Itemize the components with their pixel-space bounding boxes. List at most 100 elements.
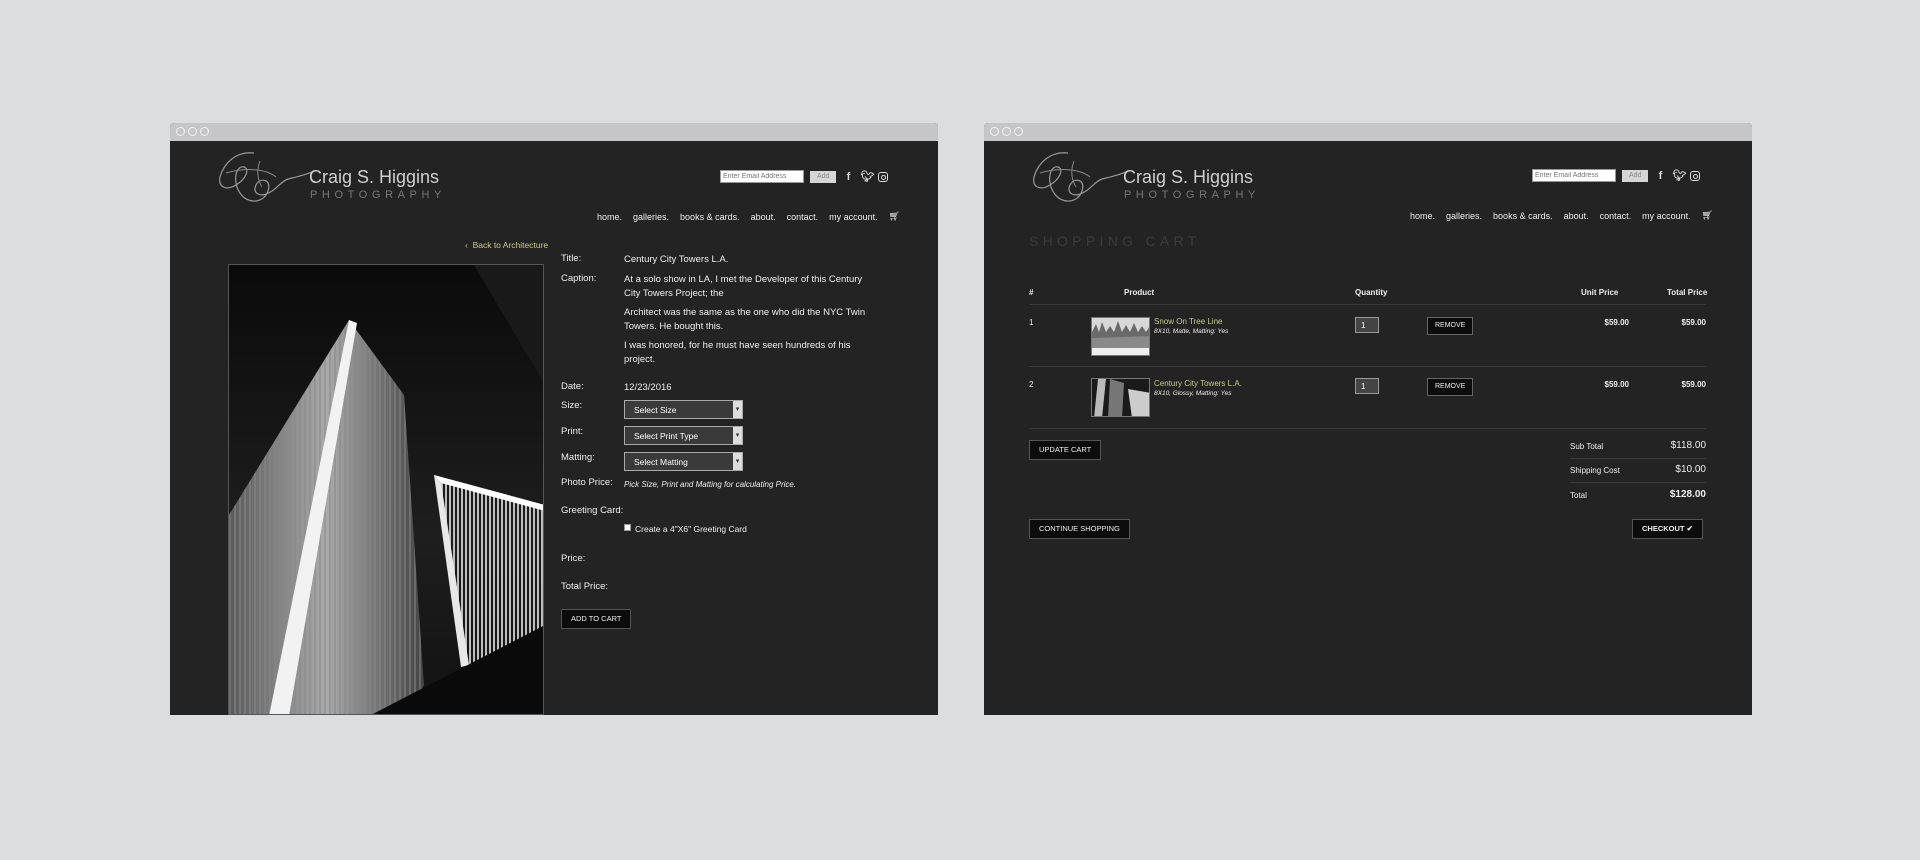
towers-thumbnail-image: [1092, 379, 1149, 416]
greeting-card-checkbox[interactable]: [624, 524, 631, 531]
nav-about[interactable]: about.: [751, 212, 776, 222]
cart-icon[interactable]: 🛒︎: [1702, 210, 1713, 221]
email-input[interactable]: [1532, 169, 1616, 182]
nav-home[interactable]: home.: [597, 212, 622, 222]
nav-about[interactable]: about.: [1564, 211, 1589, 221]
caption-text: At a solo show in LA, I met the Develope…: [624, 273, 874, 367]
greeting-card-label: Greeting Card:: [561, 505, 624, 516]
twitter-icon[interactable]: 🐦︎: [860, 170, 874, 183]
price-row: Price:: [561, 553, 624, 564]
twitter-icon[interactable]: 🐦︎: [1672, 169, 1686, 182]
size-select[interactable]: Select Size: [624, 400, 743, 419]
item-name-link[interactable]: Century City Towers L.A.: [1154, 379, 1242, 388]
facebook-icon[interactable]: f: [842, 171, 854, 183]
item-unit-price: $59.00: [1604, 380, 1629, 389]
nav-books-cards[interactable]: books & cards.: [1493, 211, 1553, 221]
nav-contact[interactable]: contact.: [1600, 211, 1632, 221]
item-unit-price: $59.00: [1604, 318, 1629, 327]
checkout-button[interactable]: CHECKOUT ✔: [1632, 519, 1703, 539]
total-price-row: Total Price:: [561, 581, 681, 592]
nav-books-cards[interactable]: books & cards.: [680, 212, 740, 222]
divider: [1029, 366, 1706, 367]
title-row: Title: Century City Towers L.A.: [561, 253, 728, 267]
add-to-cart-button[interactable]: ADD TO CART: [561, 609, 632, 629]
greeting-card-option[interactable]: Create a 4"X6" Greeting Card: [624, 524, 747, 534]
print-select[interactable]: Select Print Type: [624, 426, 743, 445]
shipping-value: $10.00: [1675, 464, 1706, 475]
date-row: Date: 12/23/2016: [561, 381, 672, 395]
total-value: $128.00: [1669, 489, 1706, 500]
quantity-input[interactable]: 1: [1355, 317, 1379, 333]
window-close-dot[interactable]: [176, 127, 185, 136]
product-title: Century City Towers L.A.: [624, 254, 729, 265]
caption-paragraph: I was honored, for he must have seen hun…: [624, 340, 851, 365]
update-cart-button[interactable]: UPDATE CART: [1029, 440, 1102, 460]
matting-label: Matting:: [561, 452, 595, 463]
cart-icon[interactable]: 🛒︎: [889, 211, 900, 222]
column-header-num: #: [1029, 288, 1034, 297]
quantity-input[interactable]: 1: [1355, 378, 1379, 394]
item-total-price: $59.00: [1681, 318, 1706, 327]
product-date: 12/23/2016: [624, 382, 672, 393]
matting-select[interactable]: Select Matting: [624, 452, 743, 471]
nav-my-account[interactable]: my account.: [829, 212, 878, 222]
greeting-card-row: Greeting Card:: [561, 505, 681, 516]
divider: [1029, 428, 1706, 429]
nav-my-account[interactable]: my account.: [1642, 211, 1691, 221]
caption-row: Caption: At a solo show in LA, I met the…: [561, 273, 874, 367]
window-minimize-dot[interactable]: [188, 127, 197, 136]
print-label: Print:: [561, 426, 584, 437]
add-email-button[interactable]: Add: [1622, 169, 1649, 182]
product-window: Craig S. Higgins PHOTOGRAPHY Add f 🐦︎ ho…: [170, 123, 938, 715]
caption-label: Caption:: [561, 273, 597, 284]
brand-logo[interactable]: Craig S. Higgins PHOTOGRAPHY: [216, 147, 441, 217]
divider: [1570, 458, 1706, 459]
newsletter-bar: Add f 🐦︎: [1532, 169, 1701, 182]
item-thumbnail[interactable]: [1091, 317, 1150, 356]
photo-price-hint: Pick Size, Print and Matting for calcula…: [624, 480, 797, 489]
cart-window: Craig S. Higgins PHOTOGRAPHY Add f 🐦︎ ho…: [984, 123, 1752, 715]
price-label: Price:: [561, 553, 586, 564]
facebook-icon[interactable]: f: [1654, 170, 1666, 182]
signature-logo-icon: [1033, 152, 1129, 202]
nav-galleries[interactable]: galleries.: [633, 212, 669, 222]
subtotal-value: $118.00: [1670, 440, 1706, 451]
remove-button[interactable]: REMOVE: [1427, 317, 1474, 335]
window-minimize-dot[interactable]: [1002, 127, 1011, 136]
item-options: 8X10, Matte, Matting: Yes: [1154, 328, 1229, 335]
instagram-icon[interactable]: [878, 171, 889, 182]
continue-shopping-button[interactable]: CONTINUE SHOPPING: [1029, 519, 1130, 539]
item-name-link[interactable]: Snow On Tree Line: [1154, 317, 1222, 326]
main-nav: home. galleries. books & cards. about. c…: [1410, 210, 1713, 221]
instagram-icon[interactable]: [1690, 170, 1701, 181]
item-number: 2: [1029, 380, 1034, 389]
product-photo: [228, 264, 544, 715]
window-maximize-dot[interactable]: [1014, 127, 1023, 136]
brand-name: Craig S. Higgins: [1123, 167, 1254, 187]
matting-row: Matting: Select Matting: [561, 452, 743, 471]
brand-logo[interactable]: Craig S. Higgins PHOTOGRAPHY: [1030, 147, 1255, 217]
email-input[interactable]: [720, 170, 804, 183]
window-close-dot[interactable]: [990, 127, 999, 136]
item-thumbnail[interactable]: [1091, 378, 1150, 417]
divider: [1570, 482, 1706, 483]
back-link[interactable]: ‹ Back to Architecture: [465, 240, 548, 250]
column-header-quantity: Quantity: [1355, 288, 1388, 297]
shipping-label: Shipping Cost: [1570, 466, 1620, 475]
title-label: Title:: [561, 253, 582, 264]
size-label: Size:: [561, 400, 583, 411]
nav-home[interactable]: home.: [1410, 211, 1435, 221]
brand-tagline: PHOTOGRAPHY: [1124, 189, 1260, 201]
add-email-button[interactable]: Add: [810, 170, 837, 183]
caption-paragraph: At a solo show in LA, I met the Develope…: [624, 274, 863, 299]
window-maximize-dot[interactable]: [200, 127, 209, 136]
nav-galleries[interactable]: galleries.: [1446, 211, 1482, 221]
nav-contact[interactable]: contact.: [787, 212, 819, 222]
subtotal-label: Sub Total: [1570, 442, 1604, 451]
caption-paragraph: Architect was the same as the one who di…: [624, 307, 866, 332]
brand-name: Craig S. Higgins: [309, 167, 440, 187]
page-title: SHOPPING CART: [1029, 233, 1201, 249]
remove-button[interactable]: REMOVE: [1427, 378, 1474, 396]
divider: [1029, 304, 1706, 305]
photo-price-row: Photo Price: Pick Size, Print and Mattin…: [561, 477, 796, 492]
